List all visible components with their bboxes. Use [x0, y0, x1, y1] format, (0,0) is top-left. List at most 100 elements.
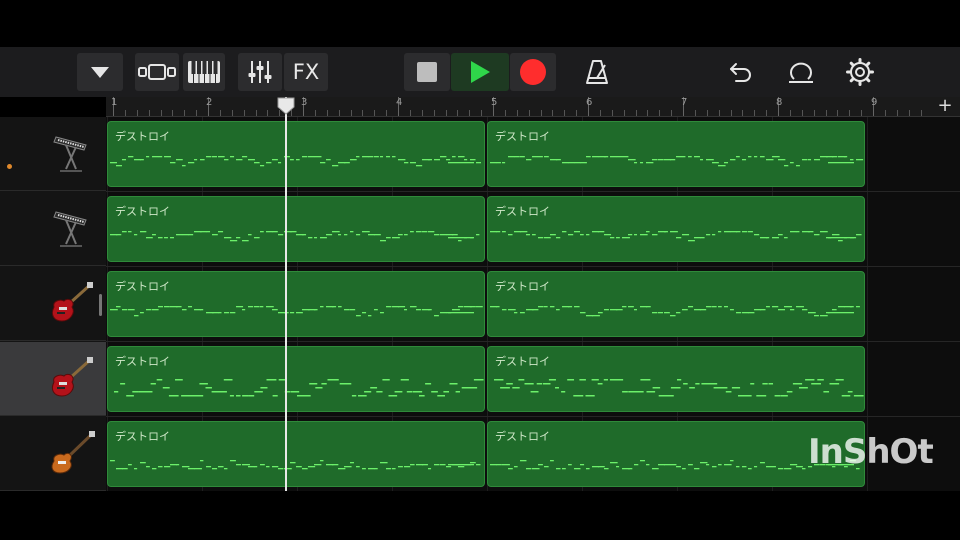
midi-note	[838, 306, 845, 308]
mixer-button[interactable]	[238, 53, 282, 91]
midi-note	[556, 237, 561, 239]
gear-icon	[846, 58, 874, 86]
midi-note	[676, 312, 681, 314]
midi-notes	[494, 379, 864, 397]
midi-note	[514, 231, 522, 233]
midi-note	[404, 466, 411, 468]
midi-note	[449, 383, 458, 385]
midi-note	[236, 464, 242, 466]
midi-note	[725, 391, 732, 393]
midi-note	[580, 162, 587, 164]
bar-number: 9	[871, 97, 878, 108]
midi-note	[832, 234, 840, 236]
music-region[interactable]: デストロイ	[107, 421, 485, 487]
midi-note	[290, 391, 300, 393]
track-header[interactable]	[0, 342, 106, 416]
music-region[interactable]: デストロイ	[107, 271, 485, 337]
beat-tick	[124, 110, 126, 116]
undo-icon	[730, 63, 751, 82]
midi-note	[194, 468, 202, 470]
undo-button[interactable]	[720, 53, 762, 91]
midi-note	[790, 162, 794, 164]
midi-note	[508, 156, 515, 158]
beat-tick	[243, 110, 245, 116]
midi-note	[229, 395, 234, 397]
music-region[interactable]: デストロイ	[487, 346, 865, 412]
midi-note	[628, 234, 633, 236]
midi-note	[744, 395, 752, 397]
stop-button[interactable]	[404, 53, 450, 91]
loop-browser-button[interactable]	[780, 53, 822, 91]
settings-button[interactable]	[839, 53, 881, 91]
add-section-button[interactable]: +	[936, 96, 954, 116]
midi-note	[158, 237, 163, 239]
midi-note	[382, 379, 390, 381]
view-toggle-button[interactable]	[135, 53, 179, 91]
playhead-line[interactable]	[285, 97, 287, 491]
midi-note	[278, 468, 284, 470]
music-region[interactable]: デストロイ	[487, 121, 865, 187]
midi-note	[574, 162, 581, 164]
scroll-handle[interactable]	[99, 294, 102, 316]
midi-note	[254, 237, 260, 239]
midi-note	[345, 383, 352, 385]
playhead-handle[interactable]	[277, 97, 295, 115]
midi-note	[719, 387, 728, 389]
midi-note	[448, 464, 474, 466]
midi-note	[380, 156, 384, 158]
midi-note	[550, 234, 556, 236]
midi-note	[756, 395, 767, 397]
midi-note	[344, 466, 352, 468]
midi-note	[410, 306, 417, 308]
midi-note	[532, 468, 540, 470]
music-region[interactable]: デストロイ	[487, 196, 865, 262]
midi-note	[784, 237, 788, 239]
beat-tick	[231, 110, 233, 116]
midi-note	[748, 231, 753, 233]
midi-note	[374, 156, 379, 158]
music-region[interactable]: デストロイ	[107, 346, 485, 412]
timeline-ruler[interactable]: 1 2 3 4 5 6 7 8 9	[106, 97, 960, 117]
midi-note	[452, 234, 458, 236]
midi-note	[260, 306, 264, 308]
track-header[interactable]	[0, 267, 106, 341]
beat-tick	[564, 110, 566, 116]
midi-note	[446, 466, 452, 468]
midi-note	[260, 464, 265, 466]
midi-note	[490, 231, 497, 233]
music-region[interactable]: デストロイ	[107, 196, 485, 262]
track-header[interactable]	[0, 117, 106, 191]
beat-tick	[766, 110, 768, 116]
midi-note	[526, 468, 532, 470]
instrument-keyboard-button[interactable]	[183, 53, 225, 91]
midi-notes	[110, 156, 481, 167]
midi-note	[410, 162, 416, 164]
midi-note	[532, 309, 539, 311]
midi-note	[555, 387, 560, 389]
midi-note	[514, 156, 520, 158]
midi-note	[458, 466, 465, 468]
track-header[interactable]	[0, 192, 106, 266]
midi-note	[440, 234, 447, 236]
metronome-button[interactable]	[575, 53, 619, 91]
tracks-dropdown-button[interactable]	[77, 53, 123, 91]
record-button[interactable]	[510, 53, 556, 91]
track-header[interactable]	[0, 417, 106, 491]
play-button[interactable]	[451, 53, 509, 91]
midi-note	[778, 309, 786, 311]
midi-note	[140, 231, 147, 233]
midi-note	[110, 309, 118, 311]
midi-note	[419, 395, 425, 397]
beat-tick	[338, 110, 340, 116]
midi-note	[368, 234, 375, 236]
midi-note	[670, 315, 676, 317]
music-region[interactable]: デストロイ	[107, 121, 485, 187]
midi-note	[134, 468, 138, 470]
midi-note	[356, 156, 360, 158]
midi-note	[512, 387, 520, 389]
midi-note	[640, 379, 651, 381]
midi-note	[508, 309, 516, 311]
fx-button[interactable]: FX	[284, 53, 328, 91]
music-region[interactable]: デストロイ	[487, 271, 865, 337]
beat-tick	[386, 110, 388, 116]
